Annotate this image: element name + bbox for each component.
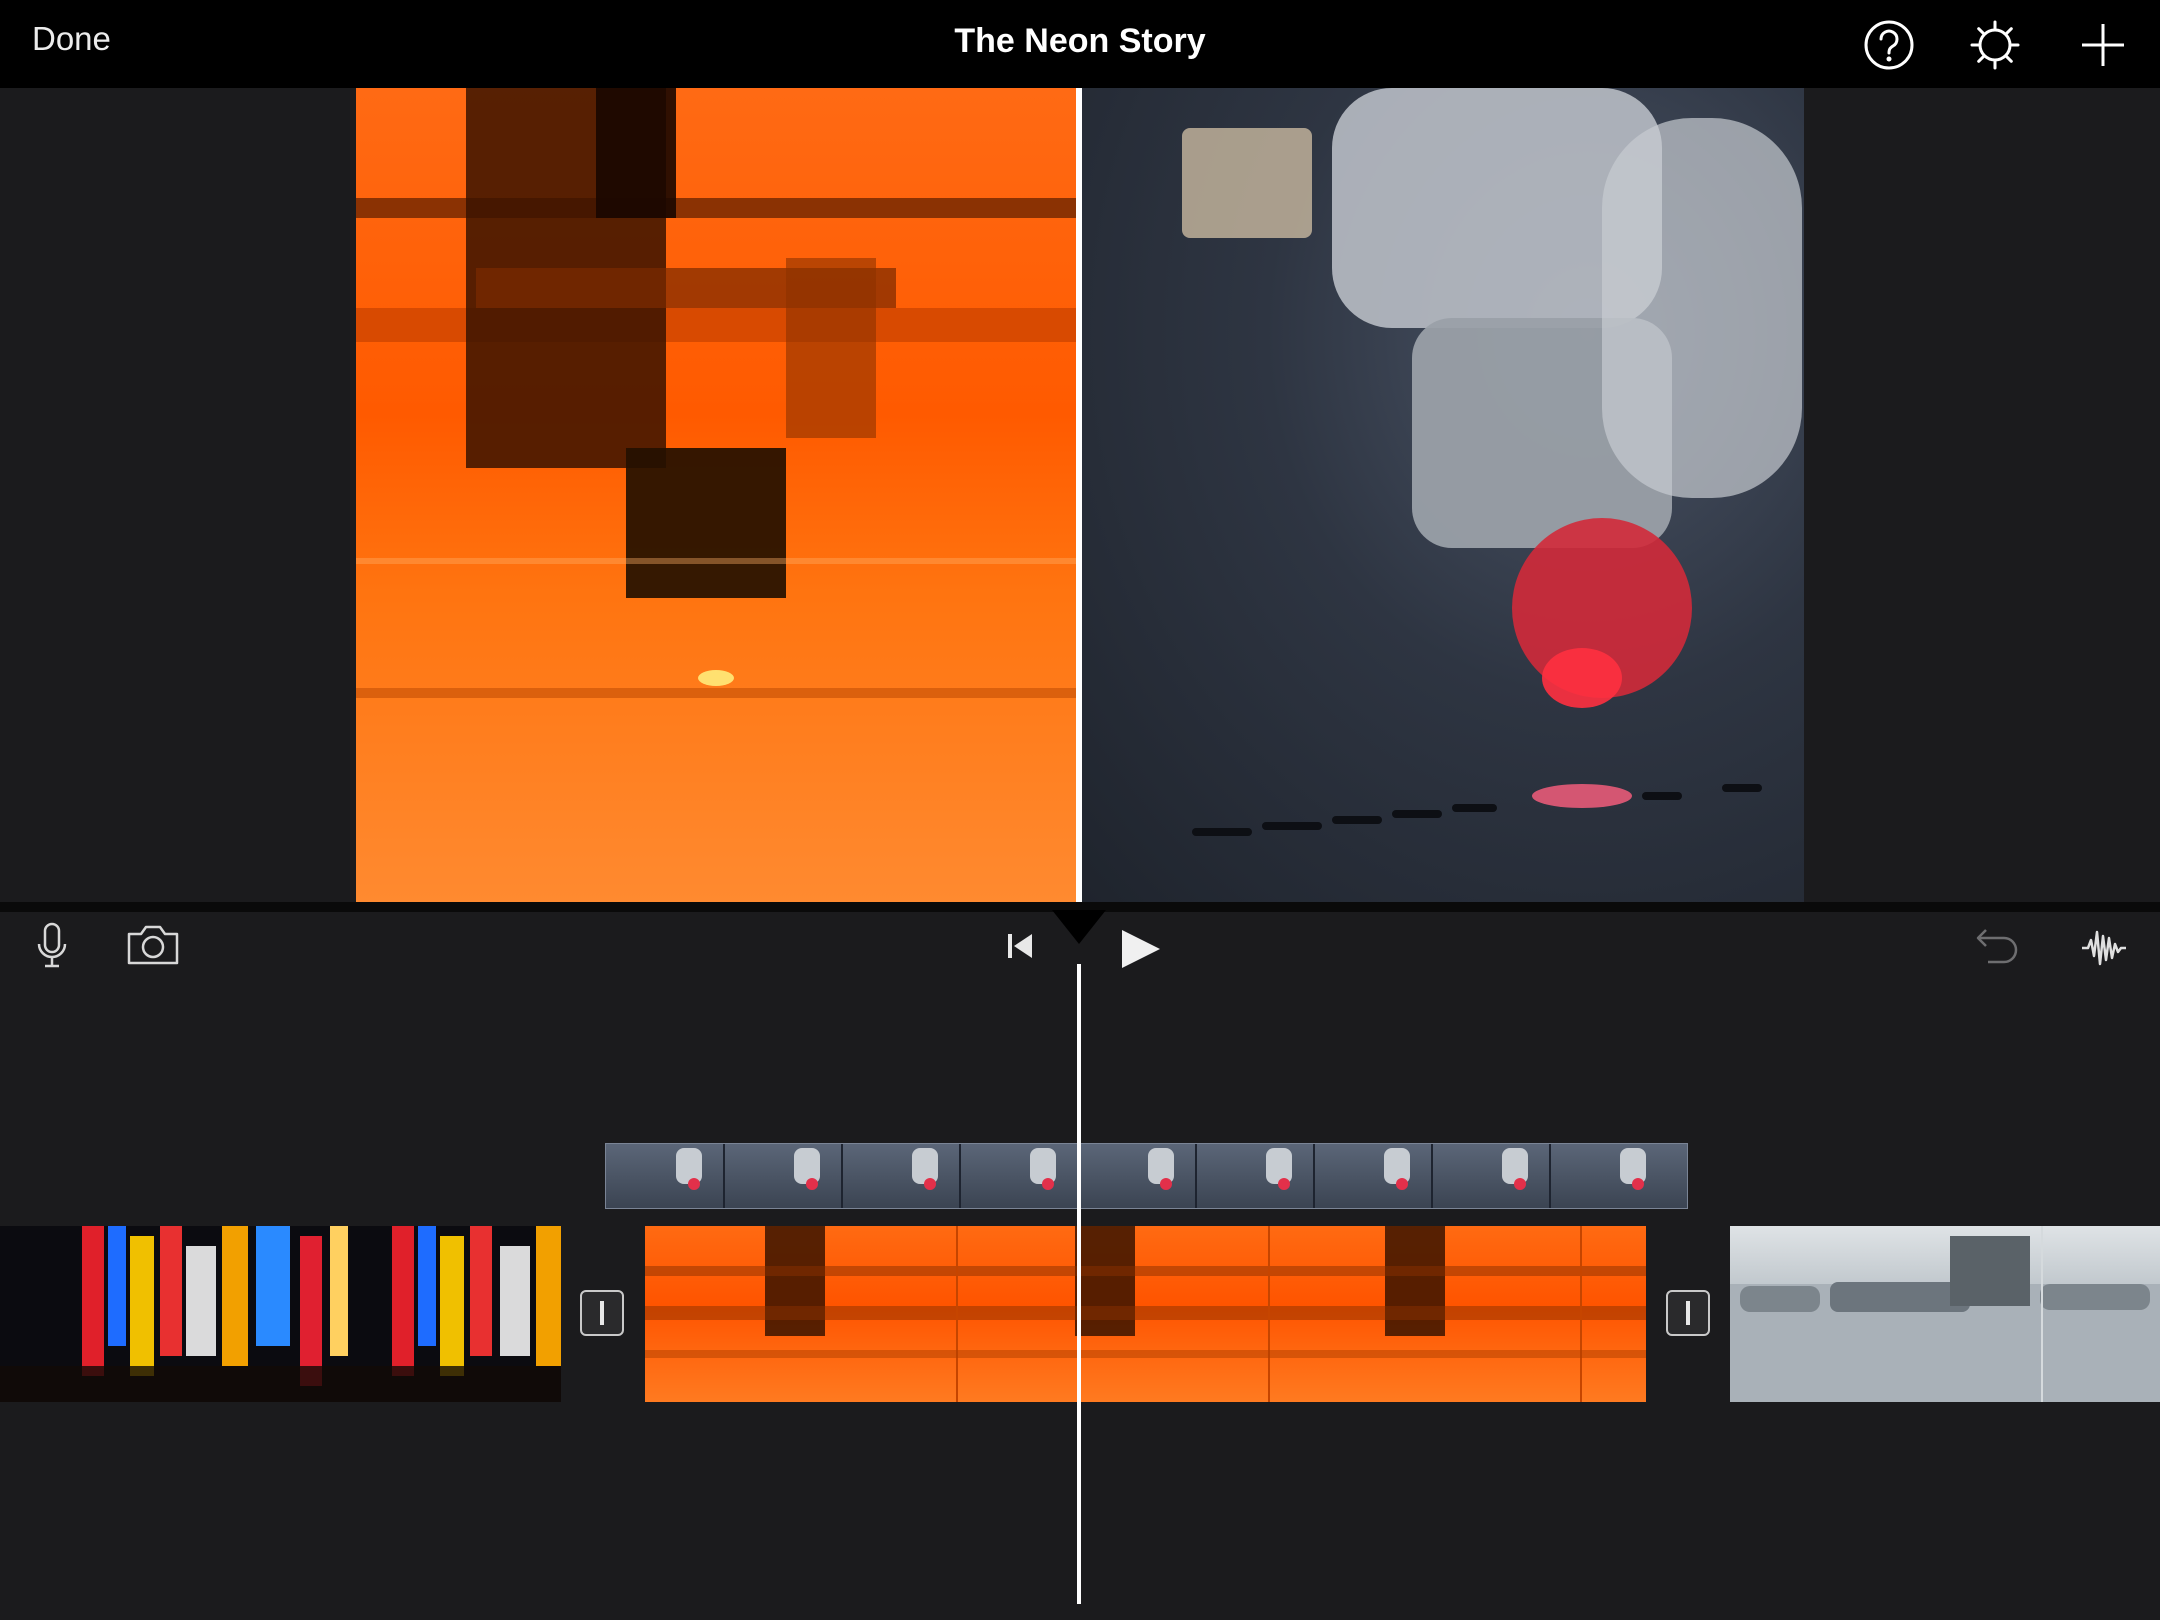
add-icon[interactable] bbox=[2076, 18, 2130, 72]
laser-head-graphic bbox=[1182, 88, 1802, 836]
audio-waveform-icon[interactable] bbox=[2080, 924, 2128, 972]
transition-button-2[interactable] bbox=[1666, 1290, 1710, 1336]
orange-laser-clip[interactable] bbox=[645, 1226, 1646, 1402]
playhead[interactable] bbox=[1077, 964, 1081, 1604]
help-icon[interactable] bbox=[1862, 18, 1916, 72]
metal-vat-clip[interactable] bbox=[1730, 1226, 2160, 1402]
laser-head-closeup-video[interactable] bbox=[1082, 88, 1804, 904]
settings-icon[interactable] bbox=[1968, 18, 2022, 72]
laser-cutter-graphic bbox=[356, 88, 1076, 698]
split-divider[interactable] bbox=[1076, 88, 1082, 904]
skip-to-start-icon[interactable] bbox=[1004, 930, 1036, 962]
laser-closeup-overlay-clip[interactable] bbox=[605, 1143, 1688, 1209]
transition-button-1[interactable] bbox=[580, 1290, 624, 1336]
metal-thumbnails bbox=[1730, 1226, 2160, 1402]
playhead-marker bbox=[1052, 910, 1106, 944]
top-bar: Done The Neon Story bbox=[0, 0, 2160, 88]
overlay-thumbnails bbox=[676, 1144, 1646, 1208]
video-viewer bbox=[0, 88, 2160, 904]
neon-thumbnails bbox=[0, 1226, 561, 1402]
undo-icon[interactable] bbox=[1974, 926, 2020, 966]
neon-signs-clip[interactable] bbox=[0, 1226, 561, 1402]
camera-icon[interactable] bbox=[126, 924, 180, 966]
play-icon[interactable] bbox=[1118, 926, 1164, 972]
orange-laser-cutter-video[interactable] bbox=[356, 88, 1076, 904]
project-title: The Neon Story bbox=[954, 22, 1206, 60]
microphone-icon[interactable] bbox=[36, 922, 68, 970]
orange-thumbnails bbox=[645, 1226, 1646, 1402]
